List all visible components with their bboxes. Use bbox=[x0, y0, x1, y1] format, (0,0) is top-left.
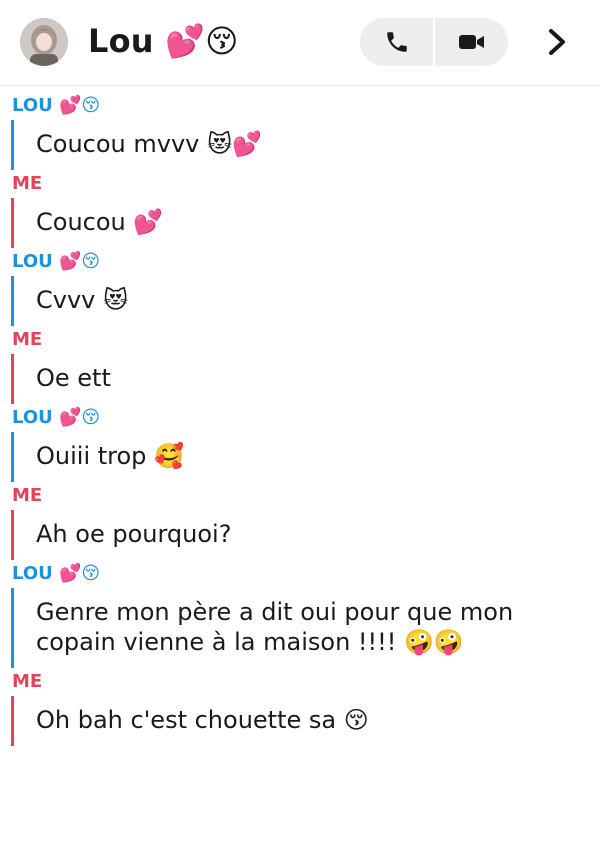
sender-label: LOU 💕😚 bbox=[12, 563, 101, 584]
chat-header: Lou 💕😚 bbox=[0, 0, 600, 86]
message-text[interactable]: Ouiii trop 🥰 bbox=[11, 432, 600, 482]
message-group: LOU 💕😚 Ouiii trop 🥰 bbox=[0, 404, 600, 482]
video-camera-icon bbox=[458, 35, 484, 49]
message-text[interactable]: Ah oe pourquoi? bbox=[11, 510, 600, 560]
sender-label: LOU 💕😚 bbox=[12, 251, 101, 272]
message-group: ME Oh bah c'est chouette sa 😚 bbox=[0, 668, 600, 746]
message-list[interactable]: LOU 💕😚 Coucou mvvv 😻💕 ME Coucou 💕 LOU 💕😚… bbox=[0, 86, 600, 746]
message-text[interactable]: Genre mon père a dit oui pour que mon co… bbox=[11, 588, 600, 668]
profile-avatar-icon bbox=[20, 18, 68, 66]
message-text[interactable]: Coucou 💕 bbox=[11, 198, 600, 248]
sender-label: LOU 💕😚 bbox=[12, 95, 101, 116]
voice-call-button[interactable] bbox=[360, 18, 433, 66]
sender-label: ME bbox=[12, 173, 43, 194]
call-buttons bbox=[360, 18, 508, 66]
avatar[interactable] bbox=[20, 18, 68, 66]
message-group: ME Ah oe pourquoi? bbox=[0, 482, 600, 560]
sender-label: ME bbox=[12, 329, 43, 350]
message-group: LOU 💕😚 Genre mon père a dit oui pour que… bbox=[0, 560, 600, 668]
sender-label: ME bbox=[12, 485, 43, 506]
video-call-button[interactable] bbox=[435, 18, 508, 66]
message-group: ME Coucou 💕 bbox=[0, 170, 600, 248]
message-group: LOU 💕😚 Coucou mvvv 😻💕 bbox=[0, 92, 600, 170]
message-text[interactable]: Coucou mvvv 😻💕 bbox=[11, 120, 600, 170]
message-text[interactable]: Oe ett bbox=[11, 354, 600, 404]
sender-label: ME bbox=[12, 671, 43, 692]
message-text[interactable]: Cvvv 😻 bbox=[11, 276, 600, 326]
message-group: ME Oe ett bbox=[0, 326, 600, 404]
chevron-right-icon[interactable] bbox=[540, 25, 574, 59]
contact-name[interactable]: Lou 💕😚 bbox=[88, 21, 239, 61]
sender-label: LOU 💕😚 bbox=[12, 407, 101, 428]
message-group: LOU 💕😚 Cvvv 😻 bbox=[0, 248, 600, 326]
phone-icon bbox=[386, 32, 407, 52]
message-text[interactable]: Oh bah c'est chouette sa 😚 bbox=[11, 696, 600, 746]
